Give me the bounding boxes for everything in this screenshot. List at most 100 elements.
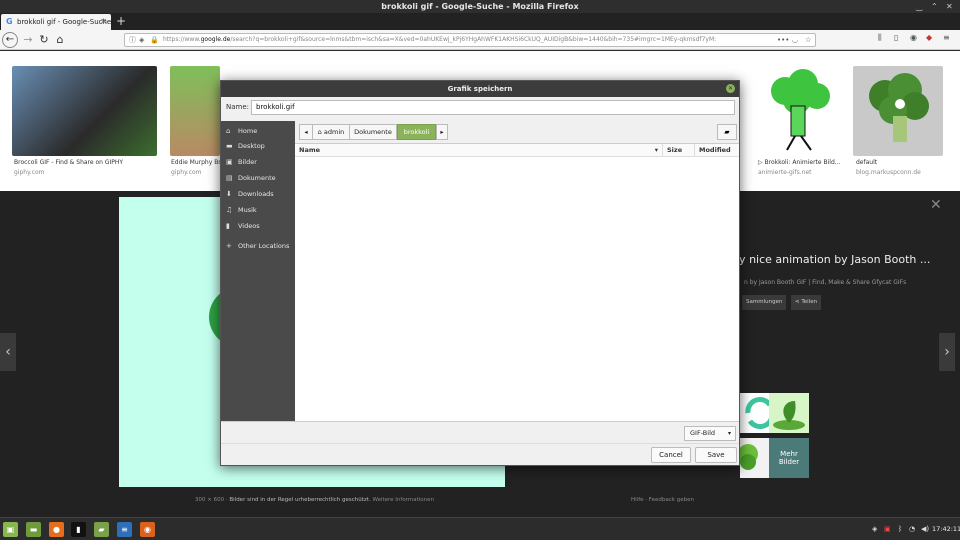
close-tab-icon[interactable]: ✕	[100, 14, 107, 30]
more-images-button[interactable]: Mehr Bilder	[769, 438, 809, 478]
taskbar: ▣ ▬ ● ▮ ▰ ≡ ◉ ◈ ▣ ᛒ ◔ ◀) 17:42:11	[0, 517, 960, 540]
text-editor-icon[interactable]: ≡	[117, 522, 132, 537]
path-bar: ◂ ⌂ admin Dokumente brokkoli ▸ ▰	[297, 123, 739, 141]
sidebar-item-downloads[interactable]: ⬇ Downloads	[221, 187, 295, 201]
previous-image-button[interactable]: ‹	[0, 333, 16, 371]
back-button[interactable]: ←	[2, 32, 18, 48]
sidebar-item-label: Downloads	[238, 190, 274, 198]
broccoli-photo-icon	[869, 73, 929, 142]
new-tab-icon[interactable]: +	[116, 13, 126, 30]
clock[interactable]: 17:42:11	[932, 518, 960, 540]
sidebar-item-label: Videos	[238, 222, 260, 230]
path-crumb-admin[interactable]: ⌂ admin	[312, 124, 350, 140]
next-image-button[interactable]: ›	[939, 333, 955, 371]
path-crumb-dokumente[interactable]: Dokumente	[349, 124, 397, 140]
navigation-toolbar: ← → ↻ ⌂ ⓘ ◈ 🔒 https://www.google.de/sear…	[0, 30, 960, 50]
minimize-icon[interactable]: ‿	[916, 0, 922, 13]
dropdown-caret-icon: ▾	[727, 430, 731, 437]
sidebar-item-dokumente[interactable]: ▤ Dokumente	[221, 171, 295, 185]
result-image-4[interactable]	[853, 66, 943, 156]
sync-icon[interactable]: ◉	[910, 33, 917, 42]
extension-icon[interactable]: ◆	[926, 33, 932, 42]
result-caption[interactable]: default	[856, 159, 877, 166]
filename-input[interactable]: brokkoli.gif	[251, 100, 735, 115]
library-icon[interactable]: ⫼	[878, 33, 882, 43]
sidebar-item-desktop[interactable]: ▬ Desktop	[221, 139, 295, 153]
files-icon[interactable]: ▰	[94, 522, 109, 537]
file-type-value: GIF-Bild	[690, 429, 716, 437]
result-image-2[interactable]	[170, 66, 220, 156]
home-icon: ⌂	[226, 127, 231, 135]
collections-button[interactable]: Sammlungen	[742, 295, 787, 310]
path-forward-icon[interactable]: ▸	[436, 124, 448, 140]
file-type-select[interactable]: GIF-Bild ▾	[684, 426, 736, 441]
path-crumb-brokkoli[interactable]: brokkoli	[397, 124, 436, 140]
sidebar-item-videos[interactable]: ▮ Videos	[221, 219, 295, 233]
result-image-3[interactable]	[755, 66, 843, 156]
firefox-icon[interactable]: ●	[49, 522, 64, 537]
sidebar-item-label: Musik	[238, 206, 257, 214]
url-path: /search?q=brokkoli+gif&source=lnms&tbm=i…	[230, 36, 717, 43]
places-sidebar: ⌂ Home ▬ Desktop ▣ Bilder ▤ Dokumente ⬇ Downl…	[221, 121, 295, 421]
save-image-dialog: Grafik speichern ✕ Name: brokkoli.gif ⌂ H…	[220, 80, 740, 466]
home-button[interactable]: ⌂	[52, 32, 68, 48]
firefox-window-icon[interactable]: ◉	[140, 522, 155, 537]
window-titlebar: brokkoli gif - Google-Suche - Mozilla Fi…	[0, 0, 960, 13]
reload-button[interactable]: ↻	[36, 32, 52, 48]
more-info-link[interactable]: Weitere Informationen	[372, 497, 434, 503]
music-icon: ♫	[226, 206, 233, 214]
network-icon[interactable]: ◔	[909, 518, 915, 540]
sidebar-item-other-locations[interactable]: + Other Locations	[221, 239, 295, 253]
dialog-button-row: Cancel Save	[221, 443, 739, 465]
column-size[interactable]: Size	[663, 144, 695, 157]
create-folder-button[interactable]: ▰	[717, 124, 737, 140]
crumb-label: admin	[323, 128, 345, 136]
path-back-icon[interactable]: ◂	[299, 124, 313, 140]
mint-menu-icon[interactable]: ▣	[3, 522, 18, 537]
rights-notice: Bilder sind in der Regel urheberrechtlic…	[229, 497, 371, 503]
security-tray-icon[interactable]: ▣	[884, 518, 891, 540]
info-icon[interactable]: ⓘ	[129, 34, 136, 46]
bluetooth-icon[interactable]: ᛒ	[898, 518, 902, 540]
bookmark-star-icon[interactable]: ☆	[805, 34, 811, 46]
volume-icon[interactable]: ◀)	[921, 518, 929, 540]
column-modified[interactable]: Modified	[695, 144, 739, 157]
forward-button[interactable]: →	[20, 32, 36, 48]
viewer-subtitle[interactable]: n by Jason Booth GIF | Find, Make & Shar…	[744, 279, 906, 286]
file-list[interactable]: Name ▾ Size Modified	[295, 143, 739, 421]
show-desktop-icon[interactable]: ▬	[26, 522, 41, 537]
lock-icon[interactable]: 🔒	[150, 34, 159, 46]
terminal-icon[interactable]: ▮	[71, 522, 86, 537]
sidebar-item-home[interactable]: ⌂ Home	[221, 124, 295, 138]
result-caption[interactable]: Broccoli GIF - Find & Share on GIPHY	[14, 159, 123, 166]
viewer-help-footer: Hilfe · Feedback geben	[631, 497, 694, 503]
pocket-icon[interactable]: ◡	[792, 34, 798, 46]
shield-tray-icon[interactable]: ◈	[872, 518, 877, 540]
sidebar-item-bilder[interactable]: ▣ Bilder	[221, 155, 295, 169]
menu-icon[interactable]: ≡	[943, 33, 950, 42]
result-image-1[interactable]	[12, 66, 157, 156]
tab-title: brokkoli gif - Google-Suche	[17, 18, 111, 26]
share-button[interactable]: ⋖ Teilen	[791, 295, 822, 310]
url-bar[interactable]: ⓘ ◈ 🔒 https://www.google.de/search?q=bro…	[124, 33, 816, 47]
save-button[interactable]: Save	[695, 447, 737, 463]
sidebar-icon[interactable]: ▯	[894, 33, 898, 42]
result-caption[interactable]: ▷ Brokkoli: Animierte Bild...	[758, 159, 841, 166]
maximize-icon[interactable]: ⌃	[931, 0, 938, 13]
close-window-icon[interactable]: ✕	[946, 0, 953, 13]
dialog-close-icon[interactable]: ✕	[726, 84, 735, 93]
tracking-shield-icon[interactable]: ◈	[139, 34, 144, 46]
page-actions-icon[interactable]: •••	[777, 34, 789, 46]
leaf-icon	[773, 401, 805, 430]
cancel-button[interactable]: Cancel	[651, 447, 691, 463]
column-name[interactable]: Name ▾	[295, 144, 663, 157]
feedback-link[interactable]: Feedback geben	[649, 497, 694, 503]
tab-google-search[interactable]: G brokkoli gif - Google-Suche ✕	[1, 14, 111, 30]
close-viewer-icon[interactable]: ✕	[930, 197, 942, 213]
result-caption[interactable]: Eddie Murphy Bro	[171, 159, 224, 166]
viewer-title[interactable]: ly nice animation by Jason Booth ...	[736, 253, 930, 266]
sidebar-item-musik[interactable]: ♫ Musik	[221, 203, 295, 217]
related-thumb-2[interactable]	[769, 393, 809, 433]
sidebar-item-label: Home	[238, 127, 258, 135]
help-link[interactable]: Hilfe	[631, 497, 644, 503]
